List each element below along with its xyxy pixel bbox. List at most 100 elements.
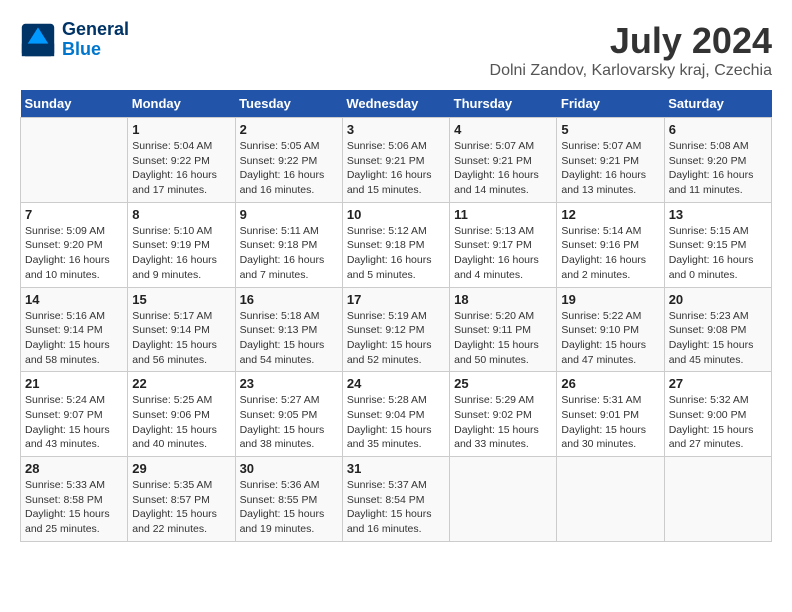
- calendar-week-row: 21 Sunrise: 5:24 AM Sunset: 9:07 PM Dayli…: [21, 372, 772, 457]
- calendar-cell: 24Sunrise: 5:28 AM Sunset: 9:04 PM Dayli…: [342, 372, 449, 457]
- day-number: 10: [347, 207, 445, 222]
- calendar-cell: 27 Sunrise: 5:32 AM Sunset: 9:00 PM Dayli…: [664, 372, 771, 457]
- day-info: Sunrise: 5:07 AM Sunset: 9:21 PM Dayligh…: [454, 139, 552, 198]
- day-info: Sunrise: 5:19 AM Sunset: 9:12 PM Dayligh…: [347, 309, 445, 368]
- calendar-cell: 22Sunrise: 5:25 AM Sunset: 9:06 PM Dayli…: [128, 372, 235, 457]
- weekday-header-wednesday: Wednesday: [342, 90, 449, 118]
- header: General Blue July 2024 Dolni Zandov, Kar…: [20, 20, 772, 80]
- subtitle: Dolni Zandov, Karlovarsky kraj, Czechia: [490, 62, 772, 80]
- day-number: 25: [454, 376, 552, 391]
- day-number: 20: [669, 292, 767, 307]
- day-number: 7: [25, 207, 123, 222]
- day-number: 28: [25, 461, 123, 476]
- calendar-cell: 4 Sunrise: 5:07 AM Sunset: 9:21 PM Daylig…: [450, 118, 557, 203]
- calendar-cell: 21 Sunrise: 5:24 AM Sunset: 9:07 PM Dayli…: [21, 372, 128, 457]
- logo: General Blue: [20, 20, 129, 60]
- day-number: 31: [347, 461, 445, 476]
- calendar-cell: 12Sunrise: 5:14 AM Sunset: 9:16 PM Dayli…: [557, 202, 664, 287]
- day-info: Sunrise: 5:27 AM Sunset: 9:05 PM Dayligh…: [240, 393, 338, 452]
- calendar-cell: 15 Sunrise: 5:17 AM Sunset: 9:14 PM Dayli…: [128, 287, 235, 372]
- calendar-cell: 10 Sunrise: 5:12 AM Sunset: 9:18 PM Dayli…: [342, 202, 449, 287]
- day-info: Sunrise: 5:06 AM Sunset: 9:21 PM Dayligh…: [347, 139, 445, 198]
- day-number: 9: [240, 207, 338, 222]
- day-info: Sunrise: 5:24 AM Sunset: 9:07 PM Dayligh…: [25, 393, 123, 452]
- calendar-cell: 20 Sunrise: 5:23 AM Sunset: 9:08 PM Dayli…: [664, 287, 771, 372]
- day-number: 4: [454, 122, 552, 137]
- day-number: 6: [669, 122, 767, 137]
- day-info: Sunrise: 5:09 AM Sunset: 9:20 PM Dayligh…: [25, 224, 123, 283]
- day-number: 19: [561, 292, 659, 307]
- day-number: 12: [561, 207, 659, 222]
- day-info: Sunrise: 5:18 AM Sunset: 9:13 PM Dayligh…: [240, 309, 338, 368]
- day-info: Sunrise: 5:07 AM Sunset: 9:21 PM Dayligh…: [561, 139, 659, 198]
- calendar-cell: 23 Sunrise: 5:27 AM Sunset: 9:05 PM Dayli…: [235, 372, 342, 457]
- day-number: 29: [132, 461, 230, 476]
- calendar-cell: [21, 118, 128, 203]
- calendar-week-row: 14 Sunrise: 5:16 AM Sunset: 9:14 PM Dayli…: [21, 287, 772, 372]
- logo-text: General Blue: [62, 20, 129, 60]
- day-number: 14: [25, 292, 123, 307]
- day-number: 3: [347, 122, 445, 137]
- calendar-cell: 7 Sunrise: 5:09 AM Sunset: 9:20 PM Daylig…: [21, 202, 128, 287]
- day-number: 21: [25, 376, 123, 391]
- day-info: Sunrise: 5:33 AM Sunset: 8:58 PM Dayligh…: [25, 478, 123, 537]
- day-info: Sunrise: 5:05 AM Sunset: 9:22 PM Dayligh…: [240, 139, 338, 198]
- calendar-cell: [450, 457, 557, 542]
- main-title: July 2024: [490, 20, 772, 62]
- calendar-cell: [664, 457, 771, 542]
- day-info: Sunrise: 5:23 AM Sunset: 9:08 PM Dayligh…: [669, 309, 767, 368]
- calendar-cell: [557, 457, 664, 542]
- weekday-header-monday: Monday: [128, 90, 235, 118]
- day-number: 18: [454, 292, 552, 307]
- calendar-cell: 13 Sunrise: 5:15 AM Sunset: 9:15 PM Dayli…: [664, 202, 771, 287]
- calendar-cell: 18 Sunrise: 5:20 AM Sunset: 9:11 PM Dayli…: [450, 287, 557, 372]
- day-number: 17: [347, 292, 445, 307]
- day-number: 27: [669, 376, 767, 391]
- day-info: Sunrise: 5:08 AM Sunset: 9:20 PM Dayligh…: [669, 139, 767, 198]
- day-number: 30: [240, 461, 338, 476]
- day-info: Sunrise: 5:04 AM Sunset: 9:22 PM Dayligh…: [132, 139, 230, 198]
- day-info: Sunrise: 5:31 AM Sunset: 9:01 PM Dayligh…: [561, 393, 659, 452]
- calendar-cell: 9 Sunrise: 5:11 AM Sunset: 9:18 PM Daylig…: [235, 202, 342, 287]
- day-info: Sunrise: 5:10 AM Sunset: 9:19 PM Dayligh…: [132, 224, 230, 283]
- calendar-week-row: 1Sunrise: 5:04 AM Sunset: 9:22 PM Daylig…: [21, 118, 772, 203]
- calendar-cell: 17 Sunrise: 5:19 AM Sunset: 9:12 PM Dayli…: [342, 287, 449, 372]
- logo-icon: [20, 22, 56, 58]
- day-info: Sunrise: 5:17 AM Sunset: 9:14 PM Dayligh…: [132, 309, 230, 368]
- day-info: Sunrise: 5:35 AM Sunset: 8:57 PM Dayligh…: [132, 478, 230, 537]
- calendar-cell: 6 Sunrise: 5:08 AM Sunset: 9:20 PM Daylig…: [664, 118, 771, 203]
- day-number: 2: [240, 122, 338, 137]
- day-info: Sunrise: 5:29 AM Sunset: 9:02 PM Dayligh…: [454, 393, 552, 452]
- day-info: Sunrise: 5:20 AM Sunset: 9:11 PM Dayligh…: [454, 309, 552, 368]
- day-info: Sunrise: 5:32 AM Sunset: 9:00 PM Dayligh…: [669, 393, 767, 452]
- day-info: Sunrise: 5:25 AM Sunset: 9:06 PM Dayligh…: [132, 393, 230, 452]
- day-info: Sunrise: 5:15 AM Sunset: 9:15 PM Dayligh…: [669, 224, 767, 283]
- day-number: 11: [454, 207, 552, 222]
- day-number: 23: [240, 376, 338, 391]
- day-info: Sunrise: 5:22 AM Sunset: 9:10 PM Dayligh…: [561, 309, 659, 368]
- calendar-week-row: 28 Sunrise: 5:33 AM Sunset: 8:58 PM Dayli…: [21, 457, 772, 542]
- day-number: 5: [561, 122, 659, 137]
- calendar-cell: 26 Sunrise: 5:31 AM Sunset: 9:01 PM Dayli…: [557, 372, 664, 457]
- day-info: Sunrise: 5:16 AM Sunset: 9:14 PM Dayligh…: [25, 309, 123, 368]
- calendar-cell: 8 Sunrise: 5:10 AM Sunset: 9:19 PM Daylig…: [128, 202, 235, 287]
- day-number: 15: [132, 292, 230, 307]
- calendar-cell: 25 Sunrise: 5:29 AM Sunset: 9:02 PM Dayli…: [450, 372, 557, 457]
- day-number: 24: [347, 376, 445, 391]
- calendar-cell: 28 Sunrise: 5:33 AM Sunset: 8:58 PM Dayli…: [21, 457, 128, 542]
- calendar-cell: 30 Sunrise: 5:36 AM Sunset: 8:55 PM Dayli…: [235, 457, 342, 542]
- day-number: 8: [132, 207, 230, 222]
- weekday-header-tuesday: Tuesday: [235, 90, 342, 118]
- calendar-cell: 1Sunrise: 5:04 AM Sunset: 9:22 PM Daylig…: [128, 118, 235, 203]
- weekday-header-row: SundayMondayTuesdayWednesdayThursdayFrid…: [21, 90, 772, 118]
- day-info: Sunrise: 5:12 AM Sunset: 9:18 PM Dayligh…: [347, 224, 445, 283]
- day-info: Sunrise: 5:13 AM Sunset: 9:17 PM Dayligh…: [454, 224, 552, 283]
- day-number: 26: [561, 376, 659, 391]
- day-info: Sunrise: 5:36 AM Sunset: 8:55 PM Dayligh…: [240, 478, 338, 537]
- day-info: Sunrise: 5:11 AM Sunset: 9:18 PM Dayligh…: [240, 224, 338, 283]
- weekday-header-sunday: Sunday: [21, 90, 128, 118]
- calendar-cell: 14 Sunrise: 5:16 AM Sunset: 9:14 PM Dayli…: [21, 287, 128, 372]
- calendar-cell: 3 Sunrise: 5:06 AM Sunset: 9:21 PM Daylig…: [342, 118, 449, 203]
- day-number: 13: [669, 207, 767, 222]
- calendar-cell: 19 Sunrise: 5:22 AM Sunset: 9:10 PM Dayli…: [557, 287, 664, 372]
